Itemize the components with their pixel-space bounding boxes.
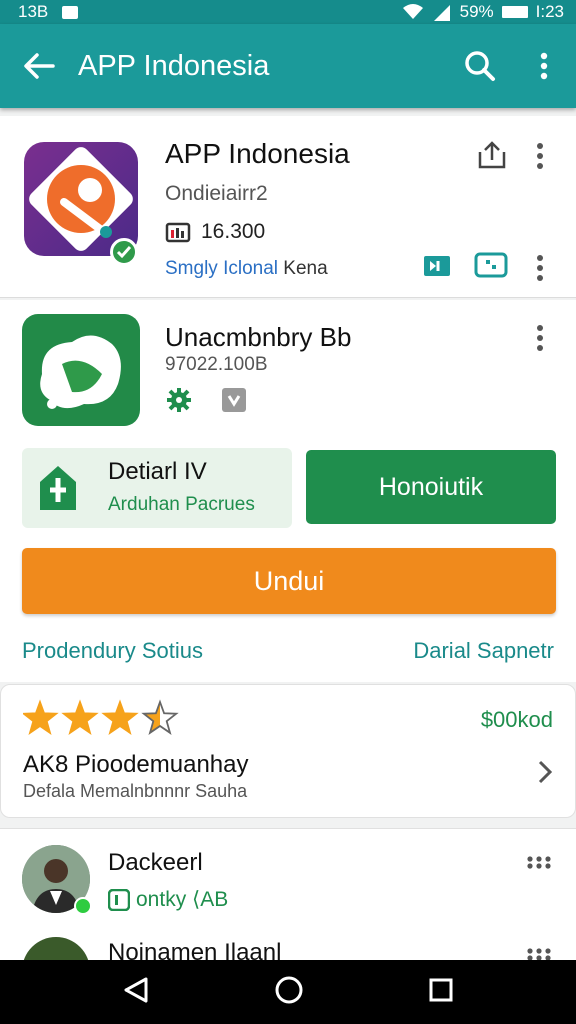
gear-icon <box>167 388 191 412</box>
back-arrow-icon <box>24 53 55 79</box>
rating-chevron[interactable] <box>537 759 553 790</box>
message-icon <box>474 252 508 278</box>
stars-row <box>21 699 179 735</box>
category-link[interactable]: Smgly Iclonal <box>165 258 278 279</box>
flag-icon <box>424 256 450 276</box>
grid-count-icon <box>165 222 191 243</box>
more-vert-icon <box>537 143 543 169</box>
more-horiz-icon <box>527 856 551 869</box>
category-suffix: Kena <box>283 258 328 279</box>
secondary-app-size: 97022.100B <box>165 354 268 375</box>
star-rating <box>21 699 193 742</box>
clock: I:23 <box>535 2 564 21</box>
message-button[interactable] <box>474 252 508 285</box>
review-item[interactable]: Dackeerl ontky ⟨AB <box>0 829 576 919</box>
star-icon <box>61 699 99 735</box>
rating-card[interactable]: $00kod AK8 Pioodemuanhay Defala Memalnbn… <box>0 684 576 818</box>
nav-home-button[interactable] <box>274 975 304 1010</box>
right-link[interactable]: Darial Sapnetr <box>413 638 554 664</box>
verified-badge <box>110 238 138 266</box>
settings-button[interactable] <box>165 386 193 419</box>
wifi-icon <box>402 4 423 19</box>
app-card-main[interactable]: APP Indonesia Ondieiairr2 16.300 Smgly I… <box>0 116 576 298</box>
app-title: APP Indonesia <box>165 138 350 169</box>
nav-recents-button[interactable] <box>428 977 454 1008</box>
green-action-button[interactable]: Honoiutik <box>306 450 556 524</box>
reviews-card: Dackeerl ontky ⟨AB Nojnamen Ilaanl <box>0 828 576 969</box>
star-icon <box>21 699 59 735</box>
nav-home-icon <box>275 976 303 1003</box>
app-developer: Ondieiairr2 <box>165 182 268 205</box>
battery-icon <box>501 6 528 18</box>
back-button[interactable] <box>0 52 78 80</box>
card-menu-button[interactable] <box>536 142 544 175</box>
reviewer-tag: ontky ⟨AB <box>136 888 229 911</box>
badge-icon <box>108 888 130 911</box>
app-bar: APP Indonesia <box>0 24 576 108</box>
price-text: $00kod <box>480 707 553 732</box>
nav-back-button[interactable] <box>122 976 150 1009</box>
tag-icon <box>222 388 246 412</box>
search-icon <box>465 51 495 81</box>
rating-subtitle: Defala Memalnbnnnr Sauha <box>23 781 248 801</box>
download-count: 16.300 <box>201 220 266 243</box>
secondary-menu-button[interactable] <box>536 324 544 357</box>
status-text: 13B <box>18 2 49 21</box>
detail-title: Detiarl IV <box>108 458 207 485</box>
online-indicator <box>74 897 92 915</box>
tag-button[interactable] <box>220 386 248 419</box>
download-button[interactable]: Undui <box>22 548 556 614</box>
nav-recents-icon <box>429 978 453 1001</box>
more-vert-icon <box>537 255 543 281</box>
check-icon <box>116 246 132 259</box>
app-card-secondary: Unacmbnbry Bb 97022.100B Detiarl IV Ardu… <box>0 300 576 682</box>
status-bar: 13B 59% I:23 <box>0 0 576 24</box>
page-title: APP Indonesia <box>78 49 270 82</box>
secondary-app-title: Unacmbnbry Bb <box>165 322 352 352</box>
star-icon <box>141 699 179 735</box>
app-logo-icon <box>40 335 121 409</box>
rating-title: AK8 Pioodemuanhay <box>23 751 249 778</box>
search-button[interactable] <box>448 50 512 82</box>
share-button[interactable] <box>476 140 508 175</box>
left-link[interactable]: Prodendury Sotius <box>22 638 203 664</box>
upload-icon <box>40 466 76 510</box>
chevron-right-icon <box>538 760 553 784</box>
more-horiz-icon <box>527 948 551 961</box>
secondary-app-icon[interactable] <box>22 314 140 426</box>
reviewer-name: Dackeerl <box>108 849 203 876</box>
overflow-menu-button[interactable] <box>512 52 576 80</box>
battery-percent: 59% <box>459 2 494 21</box>
notification-icon <box>62 5 79 19</box>
detail-box[interactable]: Detiarl IV Arduhan Pacrues <box>22 448 292 528</box>
card-menu-button-2[interactable] <box>536 254 544 287</box>
more-vert-icon <box>537 325 543 351</box>
nav-back-icon <box>124 977 148 1002</box>
star-icon <box>101 699 139 735</box>
review-menu-button[interactable] <box>526 855 552 874</box>
signal-icon <box>433 5 450 21</box>
share-icon <box>478 141 506 169</box>
flag-button[interactable] <box>422 254 452 285</box>
more-vert-icon <box>540 52 548 80</box>
detail-subtitle: Arduhan Pacrues <box>108 494 255 515</box>
system-nav-bar <box>0 960 576 1024</box>
